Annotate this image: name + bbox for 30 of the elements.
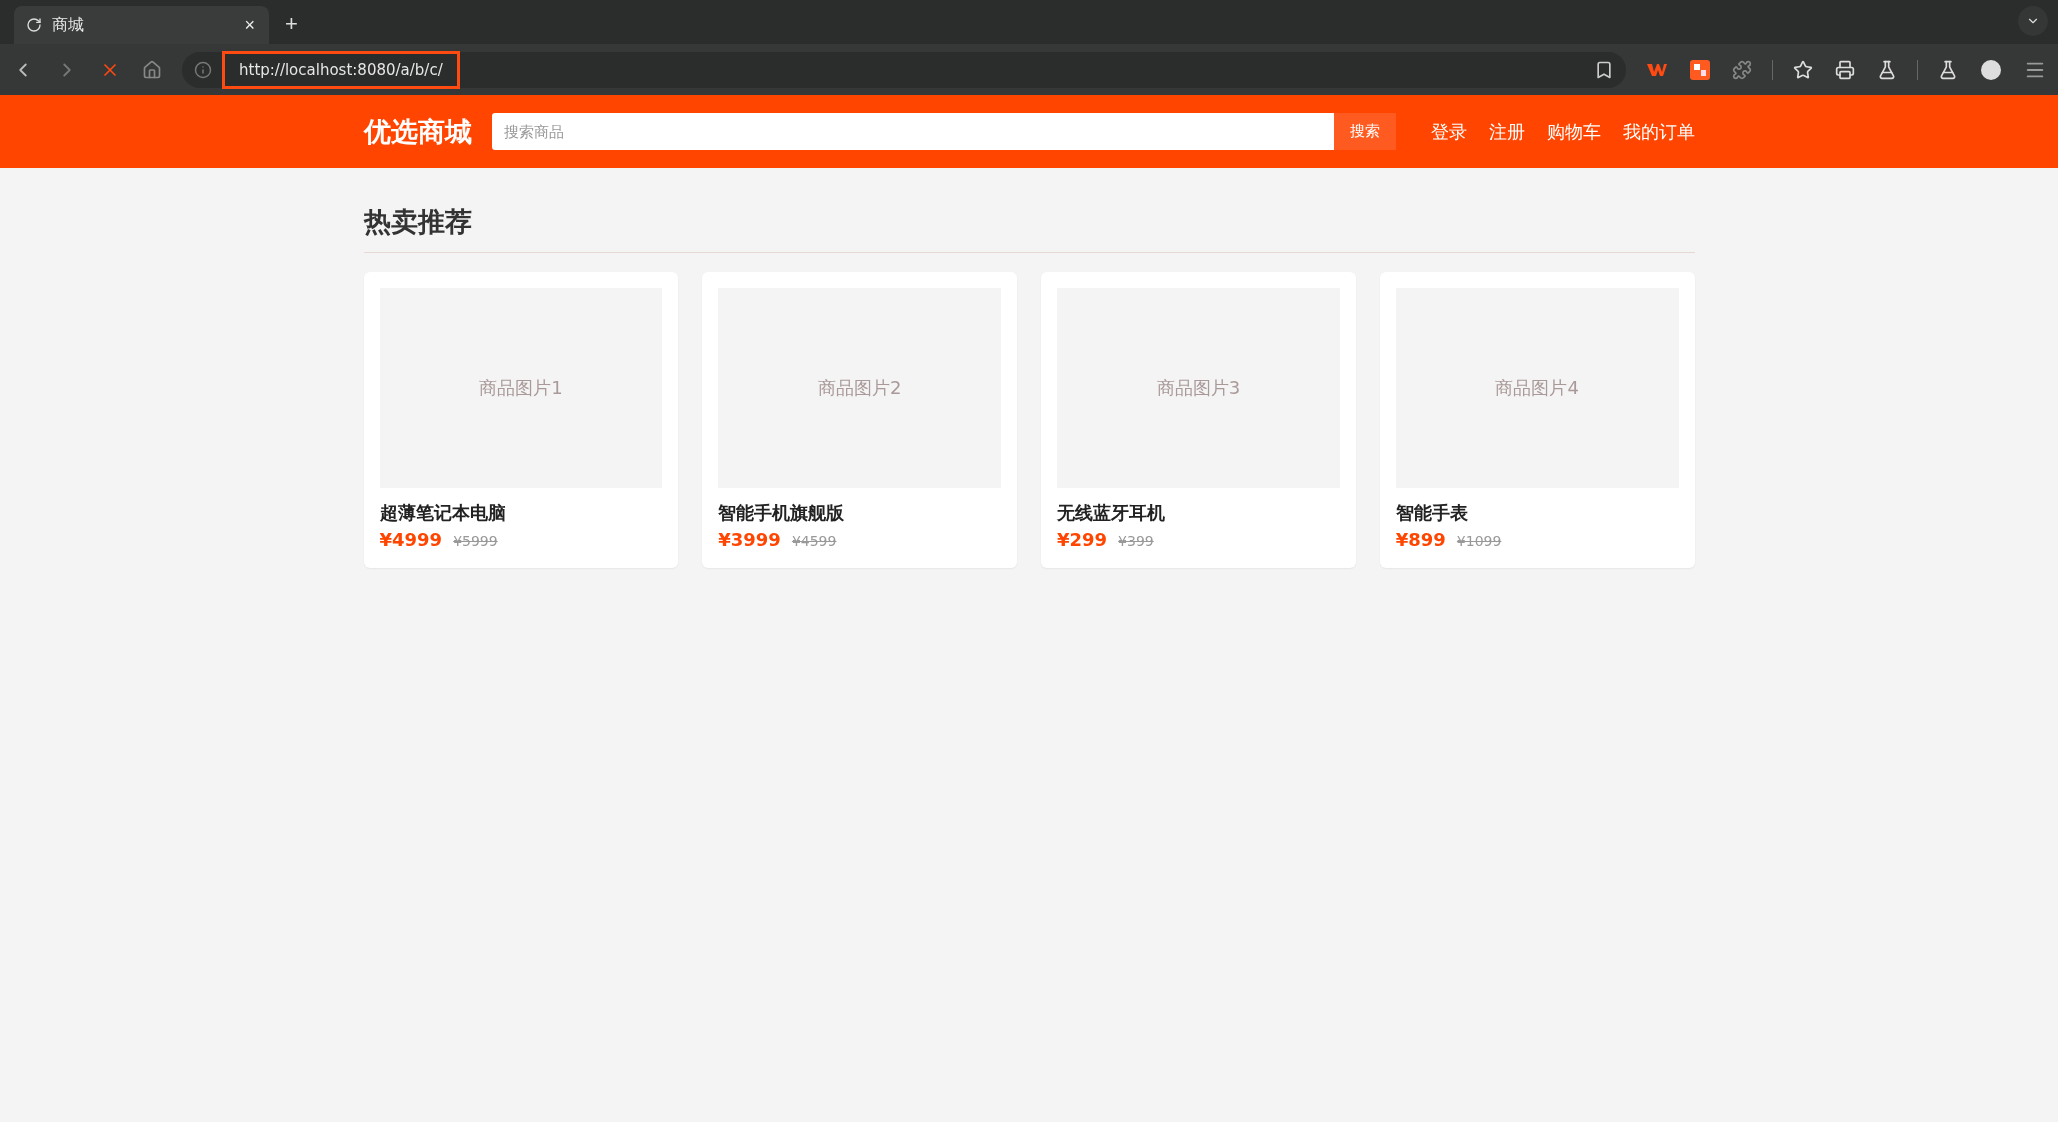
product-name: 智能手表 [1395,501,1469,525]
search-field[interactable]: 搜索商品 [491,113,1334,150]
browser-tab[interactable]: 商城 × [14,6,269,44]
price: ¥4999 [379,529,443,550]
new-tab-button[interactable]: + [279,10,304,38]
original-price: ¥1099 [1456,533,1502,549]
product-name: 超薄笔记本电脑 [379,501,507,525]
product-name: 无线蓝牙耳机 [1057,501,1166,525]
image-placeholder: 商品图片2 [718,288,1001,488]
price: ¥299 [1057,529,1108,550]
product-name: 智能手机旗舰版 [718,501,846,525]
url-field[interactable]: http://localhost:8080/a/b/c/ [222,50,460,89]
product-card[interactable]: 商品图片1 超薄笔记本电脑 ¥4999 ¥5999 [363,272,679,568]
product-card[interactable]: 商品图片3 无线蓝牙耳机 ¥299 ¥399 [1041,272,1356,568]
product-card[interactable]: 商品图片2 智能手机旗舰版 ¥3999 ¥4599 [702,272,1017,568]
original-price: ¥5999 [453,533,498,549]
image-placeholder: 商品图片1 [379,288,663,488]
bookmark-icon[interactable] [1594,59,1614,80]
close-button[interactable]: × [240,14,259,36]
loading-icon [26,17,42,33]
product-card[interactable]: 商品图片4 智能手表 ¥899 ¥1099 [1379,272,1695,568]
original-price: ¥399 [1118,533,1154,549]
image-placeholder: 商品图片3 [1057,288,1340,488]
section-title: 热卖推荐 [363,204,1695,253]
price: ¥899 [1395,529,1446,550]
info-icon[interactable] [194,60,212,79]
image-placeholder: 商品图片4 [1395,288,1679,488]
original-price: ¥4599 [791,533,837,549]
tab-title: 商城 [52,14,85,36]
price: ¥3999 [718,529,781,550]
